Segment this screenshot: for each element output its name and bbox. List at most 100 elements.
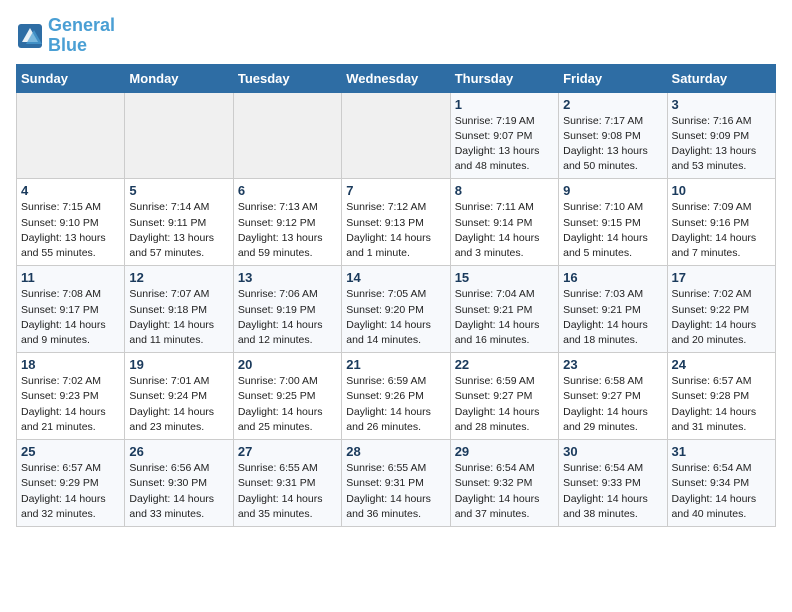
day-number: 9 bbox=[563, 183, 662, 198]
day-cell: 18 Sunrise: 7:02 AM Sunset: 9:23 PM Dayli… bbox=[17, 353, 125, 440]
weekday-header-row: SundayMondayTuesdayWednesdayThursdayFrid… bbox=[17, 64, 776, 92]
day-cell: 25Sunrise: 6:57 AM Sunset: 9:29 PM Dayli… bbox=[17, 440, 125, 527]
week-row-5: 25Sunrise: 6:57 AM Sunset: 9:29 PM Dayli… bbox=[17, 440, 776, 527]
day-number: 15 bbox=[455, 270, 554, 285]
day-cell: 24 Sunrise: 6:57 AM Sunset: 9:28 PM Dayli… bbox=[667, 353, 775, 440]
day-cell: 8 Sunrise: 7:11 AM Sunset: 9:14 PM Daylig… bbox=[450, 179, 558, 266]
day-info: Sunrise: 7:16 AM Sunset: 9:09 PM Dayligh… bbox=[672, 114, 771, 175]
day-cell: 26 Sunrise: 6:56 AM Sunset: 9:30 PM Dayli… bbox=[125, 440, 233, 527]
day-info: Sunrise: 7:17 AM Sunset: 9:08 PM Dayligh… bbox=[563, 114, 662, 175]
day-cell: 17 Sunrise: 7:02 AM Sunset: 9:22 PM Dayli… bbox=[667, 266, 775, 353]
day-info: Sunrise: 7:02 AM Sunset: 9:22 PM Dayligh… bbox=[672, 287, 771, 348]
day-info: Sunrise: 6:54 AM Sunset: 9:32 PM Dayligh… bbox=[455, 461, 554, 522]
day-cell: 22 Sunrise: 6:59 AM Sunset: 9:27 PM Dayli… bbox=[450, 353, 558, 440]
day-info: Sunrise: 6:59 AM Sunset: 9:26 PM Dayligh… bbox=[346, 374, 445, 435]
weekday-header-thursday: Thursday bbox=[450, 64, 558, 92]
day-cell: 30Sunrise: 6:54 AM Sunset: 9:33 PM Dayli… bbox=[559, 440, 667, 527]
day-cell: 5 Sunrise: 7:14 AM Sunset: 9:11 PM Daylig… bbox=[125, 179, 233, 266]
day-cell bbox=[17, 92, 125, 179]
day-info: Sunrise: 7:13 AM Sunset: 9:12 PM Dayligh… bbox=[238, 200, 337, 261]
day-number: 28 bbox=[346, 444, 445, 459]
day-number: 2 bbox=[563, 97, 662, 112]
day-number: 22 bbox=[455, 357, 554, 372]
day-info: Sunrise: 6:58 AM Sunset: 9:27 PM Dayligh… bbox=[563, 374, 662, 435]
day-cell: 23 Sunrise: 6:58 AM Sunset: 9:27 PM Dayli… bbox=[559, 353, 667, 440]
day-number: 5 bbox=[129, 183, 228, 198]
week-row-1: 1Sunrise: 7:19 AM Sunset: 9:07 PM Daylig… bbox=[17, 92, 776, 179]
day-info: Sunrise: 7:05 AM Sunset: 9:20 PM Dayligh… bbox=[346, 287, 445, 348]
day-info: Sunrise: 7:07 AM Sunset: 9:18 PM Dayligh… bbox=[129, 287, 228, 348]
day-cell: 3 Sunrise: 7:16 AM Sunset: 9:09 PM Daylig… bbox=[667, 92, 775, 179]
day-info: Sunrise: 6:54 AM Sunset: 9:33 PM Dayligh… bbox=[563, 461, 662, 522]
day-number: 31 bbox=[672, 444, 771, 459]
day-cell: 27 Sunrise: 6:55 AM Sunset: 9:31 PM Dayli… bbox=[233, 440, 341, 527]
logo-icon bbox=[16, 22, 44, 50]
day-number: 11 bbox=[21, 270, 120, 285]
day-number: 27 bbox=[238, 444, 337, 459]
day-number: 19 bbox=[129, 357, 228, 372]
day-number: 10 bbox=[672, 183, 771, 198]
day-info: Sunrise: 7:11 AM Sunset: 9:14 PM Dayligh… bbox=[455, 200, 554, 261]
day-info: Sunrise: 7:01 AM Sunset: 9:24 PM Dayligh… bbox=[129, 374, 228, 435]
day-info: Sunrise: 6:54 AM Sunset: 9:34 PM Dayligh… bbox=[672, 461, 771, 522]
day-info: Sunrise: 7:14 AM Sunset: 9:11 PM Dayligh… bbox=[129, 200, 228, 261]
day-cell: 28 Sunrise: 6:55 AM Sunset: 9:31 PM Dayli… bbox=[342, 440, 450, 527]
day-number: 18 bbox=[21, 357, 120, 372]
day-info: Sunrise: 7:02 AM Sunset: 9:23 PM Dayligh… bbox=[21, 374, 120, 435]
day-number: 3 bbox=[672, 97, 771, 112]
day-number: 7 bbox=[346, 183, 445, 198]
day-cell: 1Sunrise: 7:19 AM Sunset: 9:07 PM Daylig… bbox=[450, 92, 558, 179]
day-info: Sunrise: 7:12 AM Sunset: 9:13 PM Dayligh… bbox=[346, 200, 445, 261]
day-info: Sunrise: 6:55 AM Sunset: 9:31 PM Dayligh… bbox=[346, 461, 445, 522]
day-number: 13 bbox=[238, 270, 337, 285]
weekday-header-friday: Friday bbox=[559, 64, 667, 92]
day-cell: 29 Sunrise: 6:54 AM Sunset: 9:32 PM Dayli… bbox=[450, 440, 558, 527]
day-cell bbox=[233, 92, 341, 179]
day-cell bbox=[342, 92, 450, 179]
day-number: 12 bbox=[129, 270, 228, 285]
logo: General Blue bbox=[16, 16, 115, 56]
day-cell: 31 Sunrise: 6:54 AM Sunset: 9:34 PM Dayli… bbox=[667, 440, 775, 527]
weekday-header-saturday: Saturday bbox=[667, 64, 775, 92]
day-cell: 12 Sunrise: 7:07 AM Sunset: 9:18 PM Dayli… bbox=[125, 266, 233, 353]
day-cell bbox=[125, 92, 233, 179]
day-info: Sunrise: 6:59 AM Sunset: 9:27 PM Dayligh… bbox=[455, 374, 554, 435]
day-number: 24 bbox=[672, 357, 771, 372]
day-cell: 16 Sunrise: 7:03 AM Sunset: 9:21 PM Dayli… bbox=[559, 266, 667, 353]
weekday-header-monday: Monday bbox=[125, 64, 233, 92]
day-info: Sunrise: 7:03 AM Sunset: 9:21 PM Dayligh… bbox=[563, 287, 662, 348]
week-row-2: 4Sunrise: 7:15 AM Sunset: 9:10 PM Daylig… bbox=[17, 179, 776, 266]
day-number: 29 bbox=[455, 444, 554, 459]
day-number: 4 bbox=[21, 183, 120, 198]
page-header: General Blue bbox=[16, 16, 776, 56]
day-cell: 21 Sunrise: 6:59 AM Sunset: 9:26 PM Dayli… bbox=[342, 353, 450, 440]
day-cell: 2 Sunrise: 7:17 AM Sunset: 9:08 PM Daylig… bbox=[559, 92, 667, 179]
day-number: 17 bbox=[672, 270, 771, 285]
day-cell: 20Sunrise: 7:00 AM Sunset: 9:25 PM Dayli… bbox=[233, 353, 341, 440]
day-info: Sunrise: 7:08 AM Sunset: 9:17 PM Dayligh… bbox=[21, 287, 120, 348]
day-info: Sunrise: 6:55 AM Sunset: 9:31 PM Dayligh… bbox=[238, 461, 337, 522]
day-number: 16 bbox=[563, 270, 662, 285]
day-info: Sunrise: 7:10 AM Sunset: 9:15 PM Dayligh… bbox=[563, 200, 662, 261]
week-row-4: 18 Sunrise: 7:02 AM Sunset: 9:23 PM Dayli… bbox=[17, 353, 776, 440]
day-info: Sunrise: 6:56 AM Sunset: 9:30 PM Dayligh… bbox=[129, 461, 228, 522]
day-cell: 4Sunrise: 7:15 AM Sunset: 9:10 PM Daylig… bbox=[17, 179, 125, 266]
day-info: Sunrise: 7:19 AM Sunset: 9:07 PM Dayligh… bbox=[455, 114, 554, 175]
day-info: Sunrise: 6:57 AM Sunset: 9:29 PM Dayligh… bbox=[21, 461, 120, 522]
day-cell: 14 Sunrise: 7:05 AM Sunset: 9:20 PM Dayli… bbox=[342, 266, 450, 353]
day-number: 14 bbox=[346, 270, 445, 285]
day-info: Sunrise: 7:06 AM Sunset: 9:19 PM Dayligh… bbox=[238, 287, 337, 348]
day-info: Sunrise: 6:57 AM Sunset: 9:28 PM Dayligh… bbox=[672, 374, 771, 435]
day-number: 23 bbox=[563, 357, 662, 372]
day-cell: 15 Sunrise: 7:04 AM Sunset: 9:21 PM Dayli… bbox=[450, 266, 558, 353]
day-cell: 11 Sunrise: 7:08 AM Sunset: 9:17 PM Dayli… bbox=[17, 266, 125, 353]
weekday-header-wednesday: Wednesday bbox=[342, 64, 450, 92]
day-number: 20 bbox=[238, 357, 337, 372]
day-number: 8 bbox=[455, 183, 554, 198]
day-number: 26 bbox=[129, 444, 228, 459]
day-number: 21 bbox=[346, 357, 445, 372]
day-cell: 6Sunrise: 7:13 AM Sunset: 9:12 PM Daylig… bbox=[233, 179, 341, 266]
weekday-header-tuesday: Tuesday bbox=[233, 64, 341, 92]
day-info: Sunrise: 7:04 AM Sunset: 9:21 PM Dayligh… bbox=[455, 287, 554, 348]
calendar-table: SundayMondayTuesdayWednesdayThursdayFrid… bbox=[16, 64, 776, 527]
